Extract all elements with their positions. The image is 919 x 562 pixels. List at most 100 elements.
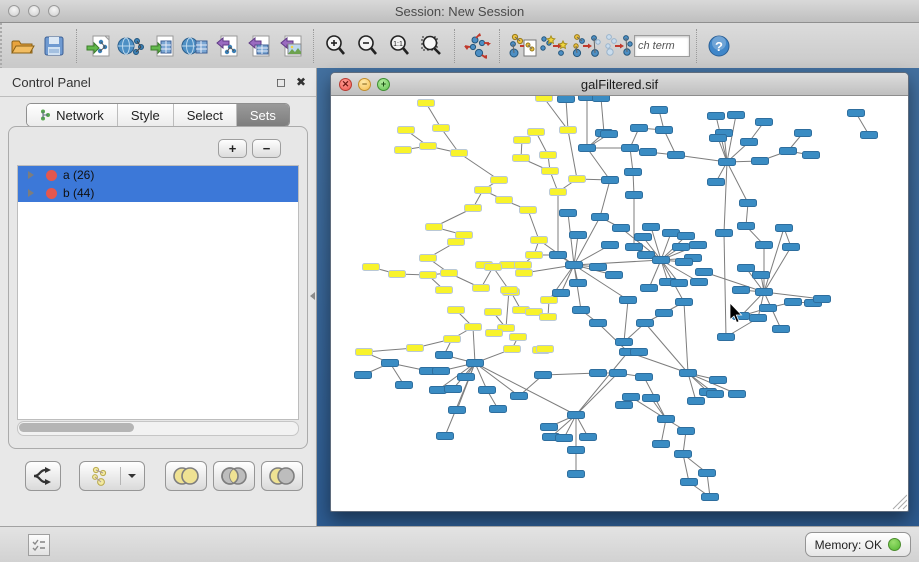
zoom-fit-button[interactable] [416, 28, 448, 64]
graph-node [651, 107, 668, 114]
graph-node [702, 494, 719, 501]
zoom-out-button[interactable] [352, 28, 384, 64]
graph-node [658, 416, 675, 423]
control-panel: Control Panel ◻ ✖ Network Style Select S… [0, 68, 317, 527]
zoom-actual-size-button[interactable]: 1:1 [384, 28, 416, 64]
graph-node [448, 307, 465, 314]
export-table-button[interactable] [243, 28, 275, 64]
graph-node [776, 225, 793, 232]
list-item-set-a[interactable]: a (26) [18, 166, 298, 184]
graph-node [708, 113, 725, 120]
import-table-url-button[interactable] [179, 28, 211, 64]
list-item-set-b[interactable]: b (44) [18, 184, 298, 202]
save-session-button[interactable] [38, 28, 70, 64]
graph-node [602, 242, 619, 249]
graph-node [593, 96, 610, 102]
graph-node [753, 272, 770, 279]
graph-node [656, 310, 673, 317]
task-list-icon [32, 539, 46, 551]
graph-node [675, 451, 692, 458]
graph-node [504, 346, 521, 353]
expander-icon[interactable] [28, 171, 34, 179]
difference-button[interactable] [261, 461, 303, 491]
graph-node [528, 129, 545, 136]
splitter-collapse-icon[interactable] [310, 292, 315, 300]
graph-node [681, 479, 698, 486]
split-sets-button[interactable] [25, 461, 61, 491]
venn-union-icon [171, 466, 201, 486]
add-set-button[interactable]: + [218, 139, 247, 158]
network-from-selection-button[interactable] [506, 28, 538, 64]
save-floppy-icon [41, 33, 67, 59]
graph-node [485, 264, 502, 271]
close-panel-icon[interactable]: ✖ [296, 76, 306, 88]
graph-node [653, 441, 670, 448]
memory-ok-icon [888, 538, 901, 551]
network-window-titlebar[interactable]: ✕ − + galFiltered.sif [331, 73, 908, 96]
export-network-icon [213, 33, 241, 59]
tab-network[interactable]: Network [27, 104, 118, 126]
network-desktop: ✕ − + galFiltered.sif [317, 68, 919, 527]
graph-node [601, 131, 618, 138]
tab-sets[interactable]: Sets [237, 104, 289, 126]
status-bar: Memory: OK [0, 526, 919, 562]
network-view-window[interactable]: ✕ − + galFiltered.sif [330, 72, 909, 512]
network-canvas[interactable] [332, 96, 907, 510]
graph-node [676, 259, 693, 266]
horizontal-scrollbar[interactable] [17, 421, 299, 436]
graph-node [631, 349, 648, 356]
select-first-neighbors-button[interactable] [538, 28, 570, 64]
export-network-button[interactable] [211, 28, 243, 64]
toolbar-separator [696, 29, 697, 63]
import-table-file-button[interactable] [147, 28, 179, 64]
zoom-fit-icon [419, 33, 445, 59]
memory-status-button[interactable]: Memory: OK [805, 532, 911, 557]
import-network-url-button[interactable] [115, 28, 147, 64]
scrollbar-thumb[interactable] [19, 423, 134, 432]
graph-node [622, 145, 639, 152]
graph-node [433, 125, 450, 132]
task-monitor-button[interactable] [28, 534, 50, 556]
zoom-out-icon [355, 33, 381, 59]
export-image-button[interactable] [275, 28, 307, 64]
graph-node [496, 197, 513, 204]
svg-text:?: ? [715, 39, 723, 54]
float-panel-icon[interactable]: ◻ [276, 76, 286, 88]
graph-node [783, 244, 800, 251]
tab-select[interactable]: Select [174, 104, 237, 126]
graph-node [573, 307, 590, 314]
open-session-button[interactable] [6, 28, 38, 64]
union-button[interactable] [165, 461, 207, 491]
intersection-button[interactable] [213, 461, 255, 491]
graph-node [728, 112, 745, 119]
new-network-from-selected-button[interactable] [570, 28, 602, 64]
graph-node [718, 334, 735, 341]
help-button[interactable]: ? [703, 28, 735, 64]
expander-icon[interactable] [28, 189, 34, 197]
network-graph [332, 96, 907, 510]
graph-node [641, 285, 658, 292]
create-set-dropdown-button[interactable] [79, 461, 145, 491]
graph-node [678, 428, 695, 435]
graph-node [458, 374, 475, 381]
hide-selected-button[interactable] [602, 28, 634, 64]
sets-list[interactable]: a (26) b (44) [17, 165, 299, 420]
graph-node [636, 374, 653, 381]
cytoscape-app: Session: New Session [0, 0, 919, 562]
graph-node [671, 280, 688, 287]
tab-style[interactable]: Style [118, 104, 174, 126]
new-network-from-selected-icon [571, 32, 601, 60]
zoom-in-button[interactable] [320, 28, 352, 64]
graph-node [696, 269, 713, 276]
graph-node [699, 470, 716, 477]
search-input[interactable]: ch term [634, 35, 690, 57]
graph-node [625, 169, 642, 176]
apply-layout-button[interactable] [461, 28, 493, 64]
set-color-icon [46, 170, 57, 181]
graph-node [420, 143, 437, 150]
graph-node [541, 424, 558, 431]
graph-node [631, 125, 648, 132]
remove-set-button[interactable]: − [252, 139, 281, 158]
import-network-file-button[interactable] [83, 28, 115, 64]
graph-node [656, 127, 673, 134]
